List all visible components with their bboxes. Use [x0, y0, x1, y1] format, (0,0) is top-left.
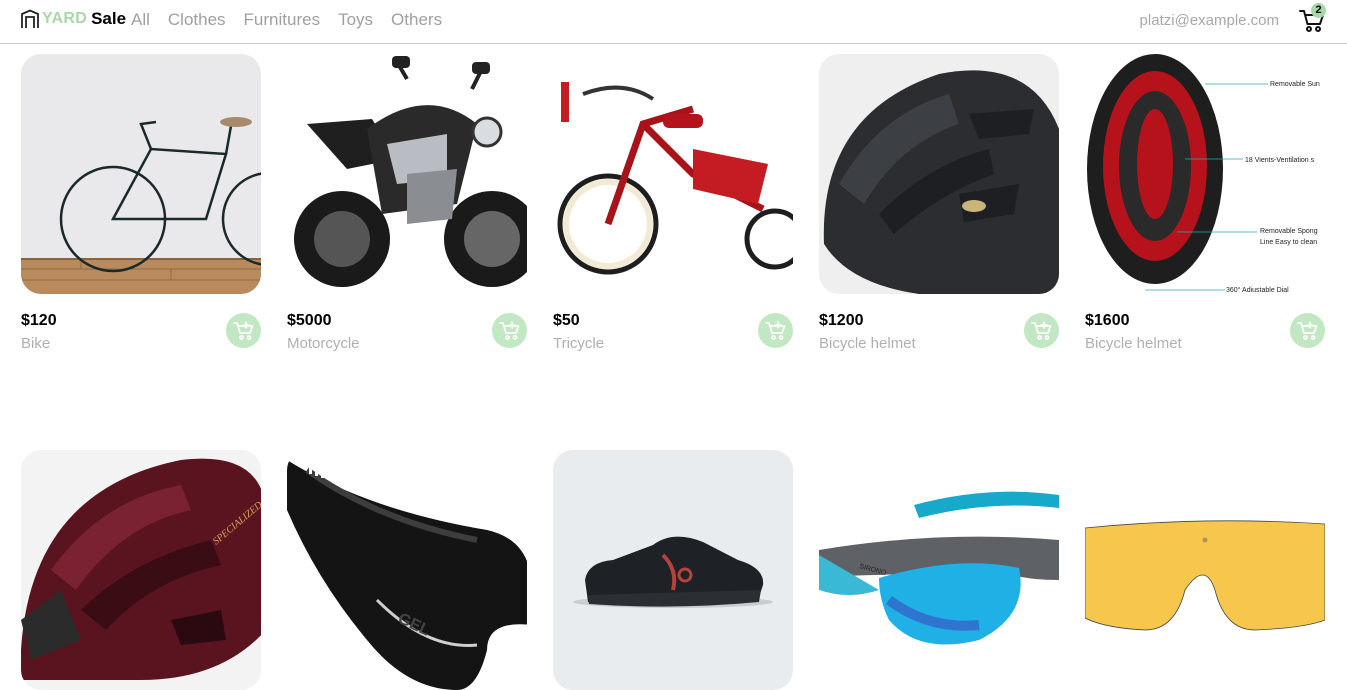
add-to-cart-icon — [1030, 320, 1051, 340]
shopping-cart-button[interactable]: 2 — [1297, 3, 1329, 35]
add-to-cart-icon — [764, 320, 785, 340]
product-price: $5000 — [287, 312, 332, 329]
shoe-photo-icon — [553, 450, 793, 690]
nav-link-furnitures[interactable]: Furnitures — [244, 10, 321, 30]
red-helmet-photo-icon: SPECIALIZED — [21, 450, 261, 690]
user-email[interactable]: platzi@example.com — [1140, 12, 1279, 29]
add-to-cart-icon — [232, 320, 253, 340]
product-image-bike[interactable] — [21, 54, 261, 294]
product-price: $1200 — [819, 312, 864, 329]
helmet-label-vents: 18 Vients-Ventilation s — [1245, 157, 1315, 164]
logo-icon — [21, 9, 39, 28]
product-info: $120 Bike — [21, 310, 261, 366]
add-to-cart-button[interactable] — [492, 313, 527, 348]
add-to-cart-icon — [498, 320, 519, 340]
nav-link-all[interactable]: All — [131, 10, 150, 30]
product-image-helmet[interactable] — [819, 54, 1059, 294]
product-price: $120 — [21, 312, 57, 329]
product-image-yellow-lens[interactable] — [1085, 450, 1325, 690]
product-info: $50 Tricycle — [553, 310, 793, 366]
helmet-label-sun: Removable Sun — [1270, 81, 1320, 88]
product-info: $5000 Motorcycle — [287, 310, 527, 366]
tricycle-photo-icon — [553, 54, 793, 294]
nav-link-toys[interactable]: Toys — [338, 10, 373, 30]
add-to-cart-button[interactable] — [1290, 313, 1325, 348]
helmet-label-sponge: Removable Spong — [1260, 228, 1318, 235]
product-card — [553, 450, 793, 690]
bike-saddle-photo-icon: GEL — [287, 450, 527, 690]
add-to-cart-icon — [1296, 320, 1317, 340]
product-card: Removable Sun 18 Vients-Ventilation s Re… — [1085, 54, 1325, 366]
nav-link-clothes[interactable]: Clothes — [168, 10, 226, 30]
product-info: $1200 Bicycle helmet — [819, 310, 1059, 366]
product-grid: $120 Bike $5000 Motorcycle $50 Tricycle … — [21, 54, 1325, 690]
logo-yard-text: YARD — [42, 10, 88, 27]
nav-link-others[interactable]: Others — [391, 10, 442, 30]
product-image-motorcycle[interactable] — [287, 54, 527, 294]
product-info: $1600 Bicycle helmet — [1085, 310, 1325, 366]
category-nav: All Clothes Furnitures Toys Others — [131, 10, 442, 30]
product-card: $1200 Bicycle helmet — [819, 54, 1059, 366]
product-image-shoe[interactable] — [553, 450, 793, 690]
product-price: $50 — [553, 312, 580, 329]
helmet-inside-photo-icon: Removable Sun 18 Vients-Ventilation s Re… — [1085, 54, 1325, 294]
helmet-label-clean: Line Easy to clean — [1260, 239, 1317, 246]
product-image-sunglasses[interactable]: SIRONO — [819, 450, 1059, 690]
add-to-cart-button[interactable] — [1024, 313, 1059, 348]
product-image-helmet-inside[interactable]: Removable Sun 18 Vients-Ventilation s Re… — [1085, 54, 1325, 294]
product-card — [1085, 450, 1325, 690]
helmet-photo-icon — [819, 54, 1059, 294]
product-name: Motorcycle — [287, 335, 360, 352]
sunglasses-photo-icon: SIRONO — [819, 450, 1059, 690]
motorcycle-photo-icon — [287, 54, 527, 294]
product-card: $5000 Motorcycle — [287, 54, 527, 366]
product-name: Bike — [21, 335, 51, 352]
product-name: Bicycle helmet — [819, 335, 916, 352]
product-name: Tricycle — [553, 335, 605, 352]
add-to-cart-button[interactable] — [758, 313, 793, 348]
product-image-red-helmet[interactable]: SPECIALIZED — [21, 450, 261, 690]
yellow-lens-photo-icon — [1085, 450, 1325, 690]
product-card: GEL — [287, 450, 527, 690]
add-to-cart-button[interactable] — [226, 313, 261, 348]
navbar: YARD Sale All Clothes Furnitures Toys Ot… — [0, 0, 1347, 44]
bike-photo-icon — [21, 54, 261, 294]
logo[interactable]: YARD Sale — [20, 8, 126, 30]
product-image-tricycle[interactable] — [553, 54, 793, 294]
product-price: $1600 — [1085, 312, 1130, 329]
product-card: $50 Tricycle — [553, 54, 793, 366]
helmet-label-dial: 360° Adiustable Dial — [1226, 286, 1289, 294]
product-card: SIRONO — [819, 450, 1059, 690]
product-card: $120 Bike — [21, 54, 261, 366]
product-image-saddle[interactable]: GEL — [287, 450, 527, 690]
product-name: Bicycle helmet — [1085, 335, 1182, 352]
product-card: SPECIALIZED — [21, 450, 261, 690]
cart-count-badge: 2 — [1311, 3, 1326, 18]
logo-sale-text: Sale — [91, 9, 127, 28]
